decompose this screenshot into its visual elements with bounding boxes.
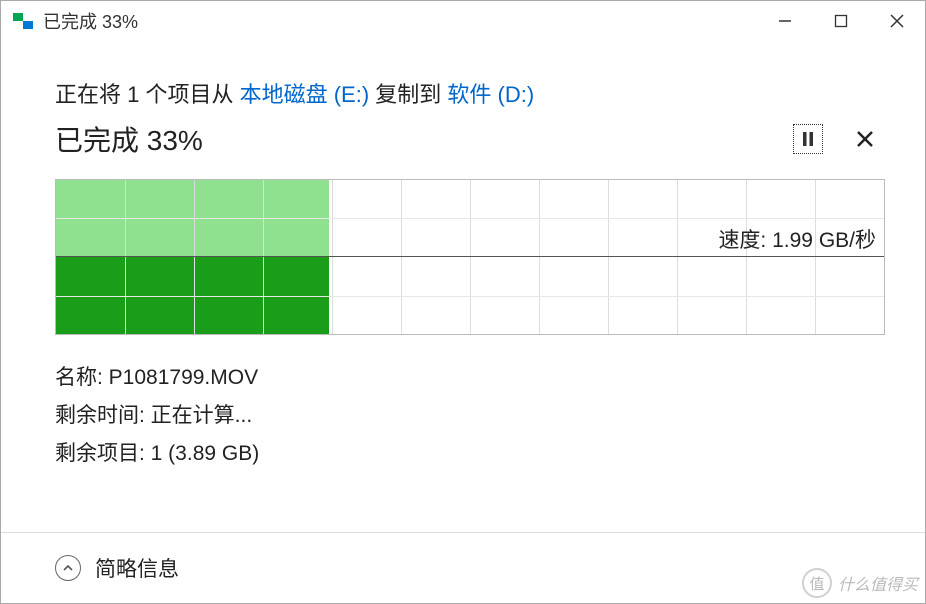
- minimize-button[interactable]: [757, 1, 813, 41]
- titlebar: 已完成 33%: [1, 1, 925, 41]
- copy-description: 正在将 1 个项目从 本地磁盘 (E:) 复制到 软件 (D:): [55, 77, 885, 109]
- collapse-button[interactable]: [55, 555, 81, 581]
- time-label: 剩余时间:: [55, 404, 151, 427]
- transfer-details: 名称: P1081799.MOV 剩余时间: 正在计算... 剩余项目: 1 (…: [55, 359, 885, 472]
- progress-status: 已完成 33%: [55, 119, 793, 159]
- items-label: 剩余项目:: [55, 442, 151, 465]
- watermark: 值 什么值得买: [802, 568, 918, 598]
- chevron-up-icon: [62, 562, 74, 574]
- brief-info-link[interactable]: 简略信息: [95, 553, 179, 583]
- source-link[interactable]: 本地磁盘 (E:): [240, 82, 370, 107]
- dest-link[interactable]: 软件 (D:): [447, 82, 534, 107]
- footer: 简略信息: [1, 532, 925, 603]
- speed-label: 速度: 1.99 GB/秒: [718, 224, 876, 254]
- time-value: 正在计算...: [151, 404, 253, 427]
- cancel-button[interactable]: [853, 127, 877, 151]
- maximize-button[interactable]: [813, 1, 869, 41]
- window-title: 已完成 33%: [43, 8, 757, 34]
- copy-app-icon: [13, 13, 33, 29]
- close-icon: [856, 130, 874, 148]
- items-value: 1 (3.89 GB): [151, 442, 260, 465]
- close-button[interactable]: [869, 1, 925, 41]
- file-copy-dialog: 已完成 33% 正在将 1 个项目从 本地磁盘 (E:) 复制到 软件 (D:)…: [0, 0, 926, 604]
- watermark-icon: 值: [802, 568, 832, 598]
- pause-button[interactable]: [793, 124, 823, 154]
- name-label: 名称:: [55, 366, 109, 389]
- pause-icon: [802, 132, 814, 146]
- speed-chart: 速度: 1.99 GB/秒: [55, 179, 885, 335]
- name-value: P1081799.MOV: [109, 366, 258, 389]
